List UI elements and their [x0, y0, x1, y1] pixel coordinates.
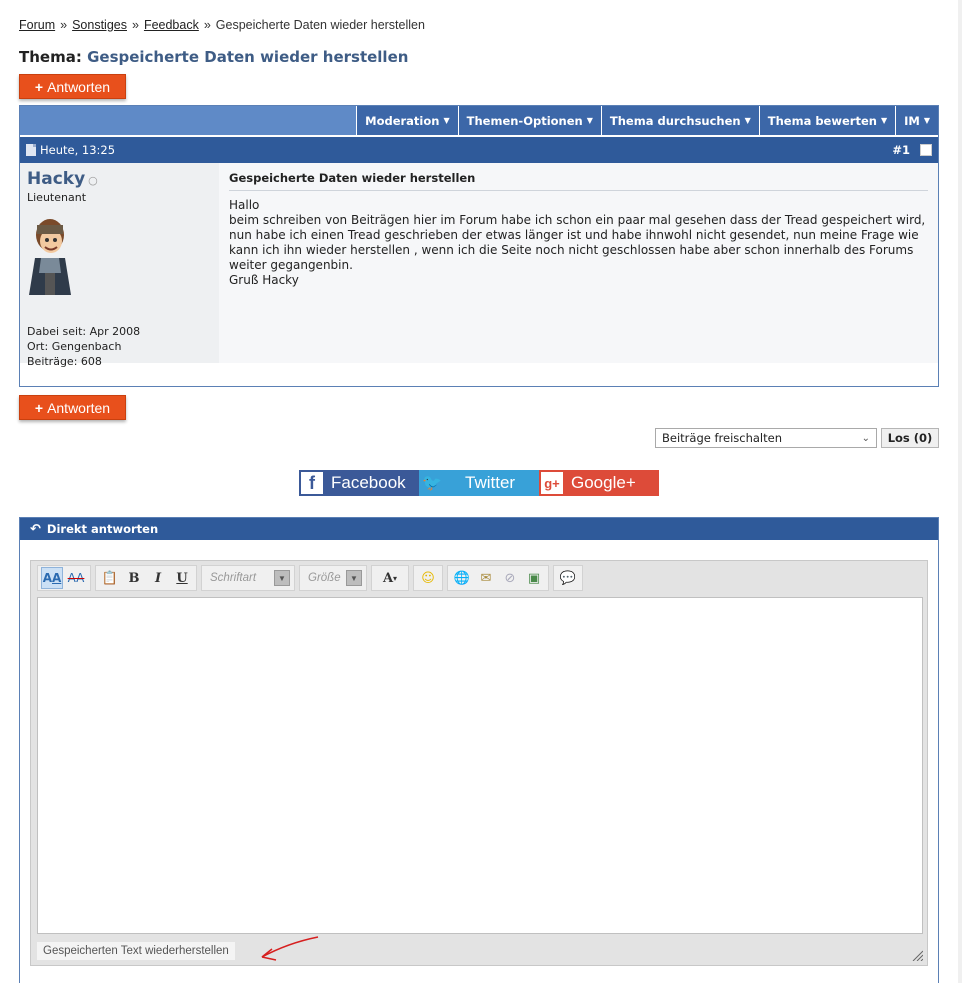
menu-themen-optionen[interactable]: Themen-Optionen ▼ — [457, 106, 601, 135]
post-content: Gespeicherte Daten wieder herstellen Hal… — [219, 163, 938, 363]
quote-icon[interactable]: 💬 — [557, 567, 579, 589]
chevron-down-icon: ⌄ — [861, 432, 870, 444]
caret-down-icon: ▼ — [744, 116, 751, 125]
quick-reply-header: ↶ Direkt antworten — [20, 518, 938, 540]
post-body: Hacky ○ Lieutenant Dabei seit: Apr 2008 O… — [20, 163, 938, 368]
annotation-arrow-icon — [261, 936, 319, 961]
thread-toolbar: Moderation ▼ Themen-Optionen ▼ Thema durch… — [20, 105, 938, 135]
post-title: Gespeicherte Daten wieder herstellen — [229, 171, 928, 191]
avatar[interactable] — [27, 213, 73, 295]
menu-thema-durchsuchen[interactable]: Thema durchsuchen ▼ — [600, 106, 759, 135]
font-size-select[interactable]: Größe ▼ — [302, 568, 364, 588]
thread-title: Gespeicherte Daten wieder herstellen — [87, 48, 409, 66]
username-link[interactable]: Hacky ○ — [27, 169, 212, 189]
reply-arrow-icon: ↶ — [30, 521, 41, 537]
user-joined: Dabei seit: Apr 2008 — [27, 325, 141, 338]
caret-down-icon: ▼ — [880, 116, 888, 125]
googleplus-share-button[interactable]: g+ Google+ — [539, 470, 659, 496]
dropdown-arrow-icon: ▼ — [274, 570, 290, 586]
restore-saved-text-link[interactable]: Gespeicherten Text wiederherstellen — [37, 942, 235, 960]
plus-icon: + — [34, 399, 44, 416]
breadcrumb: Forum» Sonstiges» Feedback» Gespeicherte Da… — [19, 18, 425, 32]
post-date: Heute, 13:25 — [40, 143, 116, 157]
facebook-share-button[interactable]: f Facebook — [299, 470, 419, 496]
twitter-share-button[interactable]: 🐦 Twitter — [419, 470, 539, 496]
user-rank: Lieutenant — [27, 191, 87, 204]
editor: AA AA 📋 B I U Schriftart ▼ Größe ▼ A ▾ ☺… — [30, 560, 928, 966]
user-location: Ort: Gengenbach — [27, 340, 122, 353]
reply-button-label: Antworten — [47, 78, 111, 95]
text-color-icon[interactable]: A ▾ — [375, 567, 405, 589]
document-icon — [26, 144, 36, 156]
image-icon[interactable]: ▣ — [523, 567, 545, 589]
remove-format-icon[interactable]: AA — [65, 567, 87, 589]
twitter-icon: 🐦 — [422, 475, 442, 492]
breadcrumb-link-feedback[interactable]: Feedback — [144, 18, 199, 32]
googleplus-icon: g+ — [541, 472, 563, 494]
reply-button-label: Antworten — [47, 399, 111, 416]
reply-button-bottom[interactable]: + Antworten — [19, 395, 126, 420]
link-icon[interactable]: 🌐 — [451, 567, 473, 589]
smiley-icon[interactable]: ☺ — [417, 567, 439, 589]
wysiwyg-toggle-icon[interactable]: AA — [41, 567, 63, 589]
paste-icon[interactable]: 📋 — [99, 567, 121, 589]
post-header: Heute, 13:25 #1 — [20, 137, 938, 163]
moderation-row: Beiträge freischalten ⌄ Los (0) — [655, 428, 939, 448]
user-post-count: Beiträge: 608 — [27, 355, 102, 368]
breadcrumb-link-forum[interactable]: Forum — [19, 18, 55, 32]
thread-container: Moderation ▼ Themen-Optionen ▼ Thema durch… — [19, 105, 939, 387]
caret-down-icon: ▼ — [923, 116, 930, 125]
plus-icon: + — [34, 78, 44, 95]
moderation-go-button[interactable]: Los (0) — [881, 428, 939, 448]
post-number-link[interactable]: #1 — [892, 143, 910, 157]
italic-icon[interactable]: I — [147, 567, 169, 589]
caret-down-icon: ▼ — [443, 116, 450, 125]
post-text: Hallo beim schreiben von Beiträgen hier … — [229, 198, 926, 287]
offline-circle-icon: ○ — [88, 174, 98, 187]
social-share-bar: f Facebook 🐦 Twitter g+ Google+ — [299, 470, 659, 496]
unlink-icon[interactable]: ⊘ — [499, 567, 521, 589]
breadcrumb-current: Gespeicherte Daten wieder herstellen — [215, 18, 425, 32]
breadcrumb-link-sonstiges[interactable]: Sonstiges — [72, 18, 127, 32]
menu-thema-bewerten[interactable]: Thema bewerten ▼ — [758, 106, 896, 135]
editor-toolbar: AA AA 📋 B I U Schriftart ▼ Größe ▼ A ▾ ☺… — [37, 565, 587, 591]
quick-reply-container: ↶ Direkt antworten AA AA 📋 B I U Schrift… — [19, 517, 939, 983]
user-info: Hacky ○ Lieutenant Dabei seit: Apr 2008 O… — [20, 163, 219, 368]
bold-icon[interactable]: B — [123, 567, 145, 589]
caret-down-icon: ▼ — [586, 116, 593, 125]
user-stats: Dabei seit: Apr 2008 Ort: Gengenbach Bei… — [27, 324, 212, 369]
moderation-select[interactable]: Beiträge freischalten ⌄ — [655, 428, 877, 448]
page-title: Thema: Gespeicherte Daten wieder herstel… — [19, 48, 408, 66]
facebook-icon: f — [301, 472, 323, 494]
post-select-checkbox[interactable] — [920, 144, 932, 156]
font-family-select[interactable]: Schriftart ▼ — [204, 568, 292, 588]
page-scrollbar[interactable] — [958, 0, 962, 983]
menu-moderation[interactable]: Moderation ▼ — [356, 106, 458, 135]
dropdown-arrow-icon: ▼ — [346, 570, 362, 586]
message-textarea[interactable] — [37, 597, 923, 934]
reply-button-top[interactable]: + Antworten — [19, 74, 126, 99]
menu-im[interactable]: IM ▼ — [895, 106, 938, 135]
email-icon[interactable]: ✉ — [475, 567, 497, 589]
underline-icon[interactable]: U — [171, 567, 193, 589]
thread-label: Thema: — [19, 48, 82, 66]
resize-handle-icon[interactable] — [911, 949, 923, 961]
